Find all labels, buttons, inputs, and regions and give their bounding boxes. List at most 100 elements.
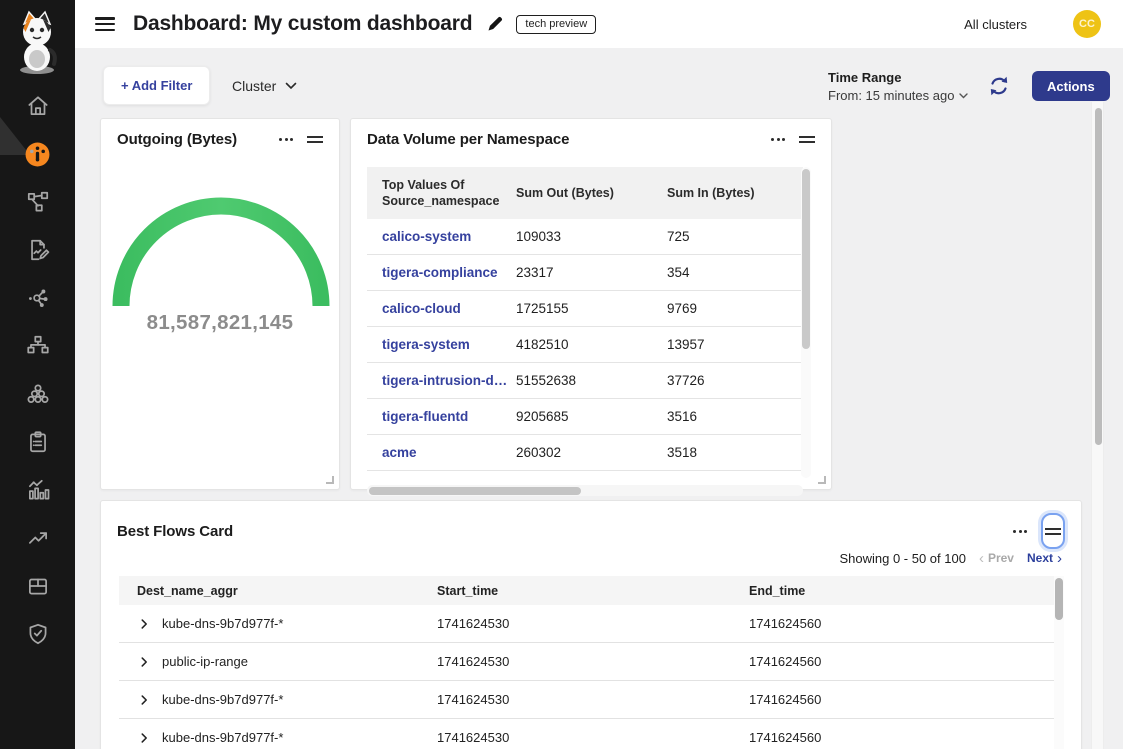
sum-out-value: 260302 — [516, 445, 667, 460]
table-header-row: Top Values Of Source_namespace Sum Out (… — [367, 167, 803, 219]
page-scrollbar[interactable] — [1091, 102, 1104, 749]
start-time-value: 1741624530 — [437, 654, 749, 669]
sum-out-value: 1725155 — [516, 301, 667, 316]
sidebar-item-compliance[interactable] — [0, 418, 75, 466]
sidebar-item-flow-graph[interactable] — [0, 274, 75, 322]
namespace-link[interactable]: tigera-compliance — [382, 265, 516, 280]
prev-page-button[interactable]: ‹ Prev — [979, 551, 1014, 566]
next-page-button[interactable]: Next › — [1027, 551, 1062, 566]
table-vertical-scrollbar[interactable] — [1054, 576, 1064, 749]
sum-in-value: 3518 — [667, 445, 803, 460]
namespace-link[interactable]: tigera-intrusion-d… — [382, 373, 516, 388]
table-row: tigera-intrusion-d… 51552638 37726 — [367, 363, 803, 399]
actions-button[interactable]: Actions — [1032, 71, 1110, 101]
sidebar-item-workloads[interactable] — [0, 370, 75, 418]
chevron-right-icon — [137, 655, 151, 669]
namespace-link[interactable]: acme — [382, 445, 516, 460]
dest-name-value: public-ip-range — [162, 654, 248, 669]
sidebar-item-trends[interactable] — [0, 514, 75, 562]
table-row: calico-system 109033 725 — [367, 219, 803, 255]
add-filter-button[interactable]: + Add Filter — [103, 66, 210, 105]
tech-preview-badge: tech preview — [516, 15, 596, 34]
chevron-down-icon — [959, 93, 968, 99]
namespace-link[interactable]: calico-system — [382, 229, 516, 244]
table-vertical-scrollbar[interactable] — [801, 167, 811, 478]
ellipsis-menu-icon[interactable] — [771, 134, 785, 145]
resize-handle-icon[interactable] — [326, 476, 334, 484]
time-range-selector[interactable]: Time Range From: 15 minutes ago — [828, 70, 968, 103]
table-row: tigera-system 4182510 13957 — [367, 327, 803, 363]
dest-name-value: kube-dns-9b7d977f-* — [162, 692, 283, 707]
chevron-down-icon — [285, 82, 297, 90]
sidebar — [0, 0, 75, 749]
sidebar-item-reports[interactable] — [0, 226, 75, 274]
table-row: tigera-fluentd 9205685 3516 — [367, 399, 803, 435]
refresh-button[interactable] — [986, 74, 1012, 100]
start-time-value: 1741624530 — [437, 692, 749, 707]
sum-in-value: 354 — [667, 265, 803, 280]
sum-in-value: 13957 — [667, 337, 803, 352]
sum-in-value: 9769 — [667, 301, 803, 316]
table-row: kube-dns-9b7d977f-* 1741624530 174162456… — [119, 719, 1054, 749]
trend-arrow-icon — [25, 525, 51, 551]
cluster-filter-label: Cluster — [232, 78, 276, 94]
dashboard-gauge-icon — [24, 141, 51, 168]
ellipsis-menu-icon[interactable] — [1013, 526, 1027, 537]
dest-name-value: kube-dns-9b7d977f-* — [162, 730, 283, 745]
menu-icon[interactable] — [95, 17, 115, 31]
time-range-value: From: 15 minutes ago — [828, 88, 954, 103]
avatar[interactable]: CC — [1073, 10, 1101, 38]
sitemap-icon — [25, 333, 51, 359]
table-horizontal-scrollbar[interactable] — [367, 485, 803, 496]
sidebar-item-network[interactable] — [0, 322, 75, 370]
cluster-circles-icon — [25, 381, 51, 407]
drag-handle-icon[interactable] — [307, 133, 323, 146]
showing-range-label: Showing 0 - 50 of 100 — [839, 551, 965, 566]
table-row: acme 260302 3518 — [367, 435, 803, 471]
sum-out-value: 4182510 — [516, 337, 667, 352]
ellipsis-menu-icon[interactable] — [279, 134, 293, 145]
sidebar-item-statistics[interactable] — [0, 466, 75, 514]
namespace-link[interactable]: tigera-fluentd — [382, 409, 516, 424]
expand-row-button[interactable] — [137, 617, 151, 631]
sum-out-value: 23317 — [516, 265, 667, 280]
sidebar-item-dashboard[interactable] — [0, 130, 75, 178]
prev-label: Prev — [988, 551, 1014, 565]
column-header: Top Values Of Source_namespace — [382, 177, 516, 210]
sum-in-value: 725 — [667, 229, 803, 244]
dest-name-value: kube-dns-9b7d977f-* — [162, 616, 283, 631]
calico-cat-logo[interactable] — [9, 8, 65, 76]
namespace-link[interactable]: tigera-system — [382, 337, 516, 352]
sidebar-nav — [0, 82, 75, 658]
data-volume-table: Top Values Of Source_namespace Sum Out (… — [367, 167, 803, 471]
sidebar-item-service-graph[interactable] — [0, 178, 75, 226]
pagination: Showing 0 - 50 of 100 ‹ Prev Next › — [839, 549, 1062, 567]
cluster-filter-dropdown[interactable]: Cluster — [232, 66, 297, 105]
package-icon — [25, 573, 51, 599]
all-clusters-selector[interactable]: All clusters — [964, 17, 1027, 32]
namespace-link[interactable]: calico-cloud — [382, 301, 516, 316]
sidebar-item-packages[interactable] — [0, 562, 75, 610]
calico-cat-logo-image — [9, 8, 65, 76]
drag-handle-focused[interactable] — [1041, 513, 1065, 549]
column-header: Sum Out (Bytes) — [516, 185, 667, 201]
edit-dashboard-button[interactable] — [486, 15, 504, 33]
chevron-right-icon: › — [1057, 551, 1062, 566]
sidebar-item-security[interactable] — [0, 610, 75, 658]
expand-row-button[interactable] — [137, 731, 151, 745]
sidebar-item-home[interactable] — [0, 82, 75, 130]
start-time-value: 1741624530 — [437, 730, 749, 745]
drag-handle-icon[interactable] — [799, 133, 815, 146]
best-flows-card: Best Flows Card Showing 0 - 50 of 100 ‹ … — [100, 500, 1082, 749]
expand-row-button[interactable] — [137, 655, 151, 669]
best-flows-table: Dest_name_aggr Start_time End_time kube-… — [119, 576, 1054, 749]
table-row: public-ip-range 1741624530 1741624560 — [119, 643, 1054, 681]
outgoing-bytes-card: Outgoing (Bytes) 81,587,821,145 — [100, 118, 340, 490]
service-graph-icon — [25, 189, 51, 215]
resize-handle-icon[interactable] — [818, 476, 826, 484]
pencil-icon — [486, 15, 504, 33]
column-header: Dest_name_aggr — [137, 584, 437, 598]
expand-row-button[interactable] — [137, 693, 151, 707]
column-header: Start_time — [437, 584, 749, 598]
table-row: calico-cloud 1725155 9769 — [367, 291, 803, 327]
